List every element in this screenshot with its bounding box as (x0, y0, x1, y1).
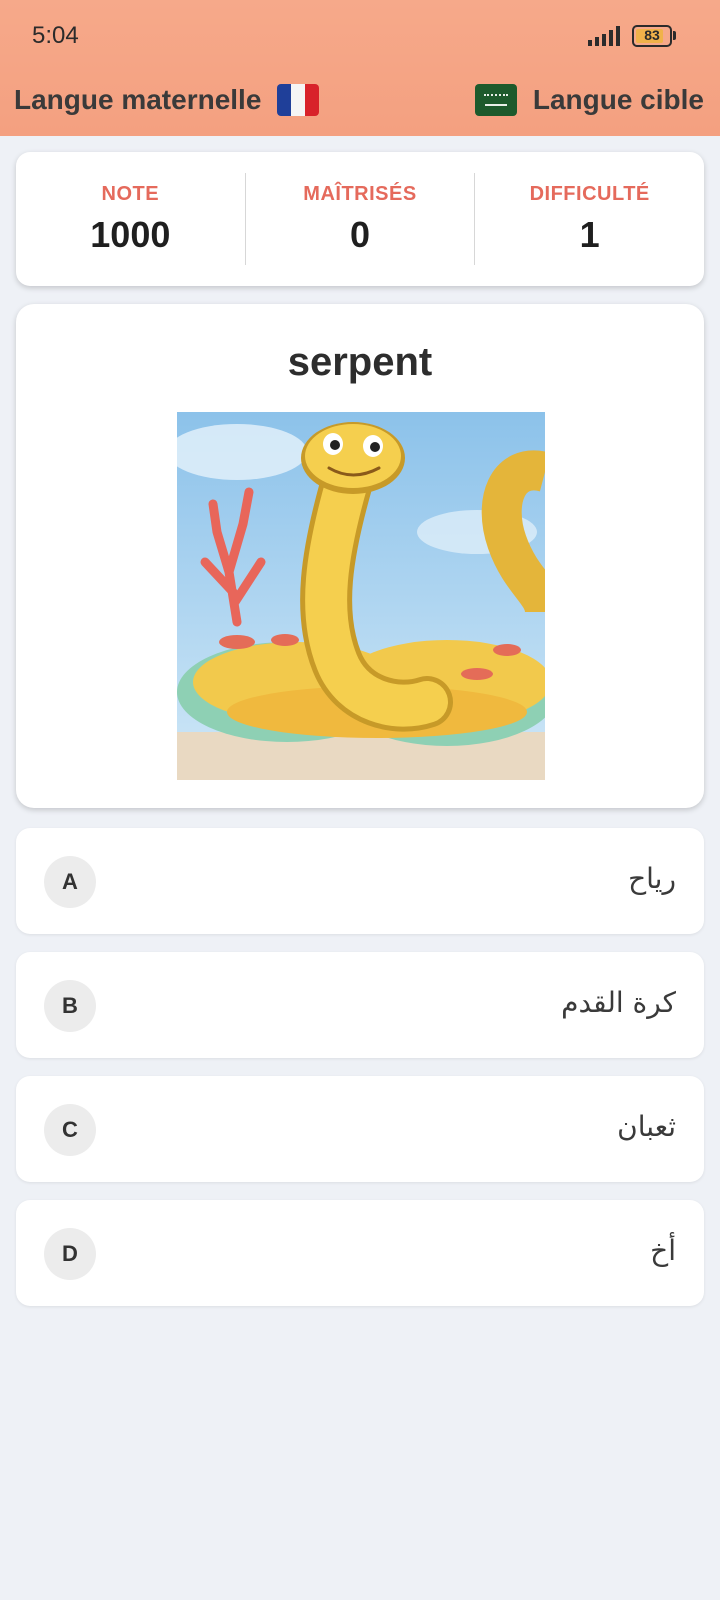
option-letter-badge: D (44, 1228, 96, 1280)
status-time: 5:04 (32, 22, 79, 49)
battery-tip (673, 31, 676, 40)
option-letter-badge: A (44, 856, 96, 908)
france-flag-icon (277, 84, 320, 116)
stat-difficulty: DIFFICULTÉ 1 (474, 173, 704, 265)
option-letter-badge: C (44, 1104, 96, 1156)
snake-illustration (177, 412, 545, 780)
native-language-selector[interactable]: Langue maternelle (14, 84, 320, 116)
signal-icon (588, 26, 620, 46)
native-language-label: Langue maternelle (14, 84, 262, 115)
stats-card: NOTE 1000 MAÎTRISÉS 0 DIFFICULTÉ 1 (16, 152, 704, 286)
answer-option-a[interactable]: A رياح (16, 828, 704, 934)
stat-label: NOTE (101, 182, 160, 205)
stat-label: DIFFICULTÉ (529, 182, 650, 205)
option-letter-badge: B (44, 980, 96, 1032)
target-language-selector[interactable]: Langue cible (474, 84, 704, 116)
stat-value: 1000 (90, 213, 171, 255)
battery-icon: 83 (632, 25, 672, 47)
saudi-arabia-flag-icon (474, 84, 517, 116)
answer-option-b[interactable]: B كرة القدم (16, 952, 704, 1058)
battery-level: 83 (644, 27, 660, 43)
quiz-word: serpent (287, 340, 433, 384)
option-text: أخ (650, 1234, 676, 1267)
stat-value: 0 (349, 213, 371, 255)
stat-mastered: MAÎTRISÉS 0 (244, 173, 475, 265)
word-card: serpent (16, 304, 704, 808)
stat-label: MAÎTRISÉS (303, 182, 417, 205)
answer-option-d[interactable]: D أخ (16, 1200, 704, 1306)
stat-note: NOTE 1000 (16, 173, 245, 265)
target-language-label: Langue cible (532, 84, 704, 115)
option-text: رياح (628, 862, 676, 895)
app-header: 5:04 83 Langue maternelle Langue cible (0, 0, 720, 136)
answer-option-c[interactable]: C ثعبان (16, 1076, 704, 1182)
stat-value: 1 (579, 213, 600, 255)
option-text: ثعبان (617, 1110, 676, 1143)
option-text: كرة القدم (561, 986, 676, 1019)
